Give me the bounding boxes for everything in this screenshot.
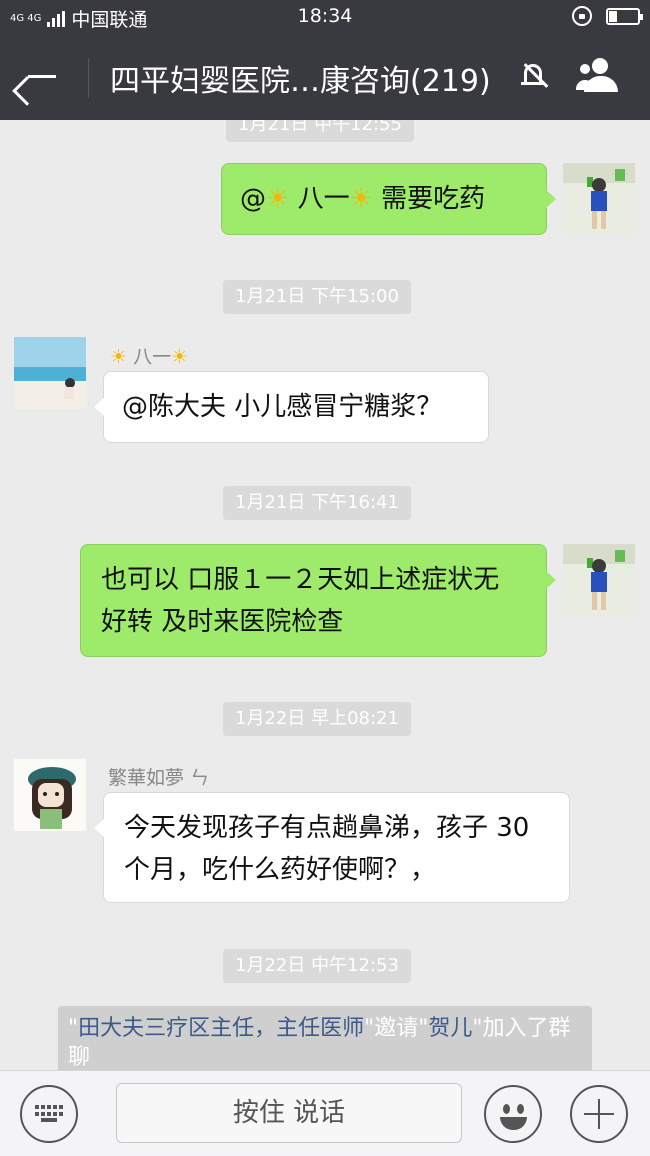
group-members-icon[interactable] <box>574 56 626 100</box>
avatar-self[interactable] <box>563 163 635 235</box>
message-list[interactable]: 1月21日 中午12:55 @☀ 八一☀ 需要吃药 1月21日 下午15:00 … <box>0 120 650 1070</box>
chat-header: 四平妇婴医院…康咨询(219) <box>0 34 650 120</box>
plus-icon[interactable] <box>570 1085 628 1143</box>
battery-icon <box>606 7 643 25</box>
member-name-link[interactable]: 田大夫三疗区主任，主任医师 <box>78 1016 364 1041</box>
input-bar: 按住 说话 <box>0 1070 650 1156</box>
system-message: "田大夫三疗区主任，主任医师"邀请"贺儿"加入了群聊 <box>58 1006 592 1070</box>
message-bubble-incoming[interactable]: 今天发现孩子有点趟鼻涕，孩子 30 个月，吃什么药好使啊？， <box>94 792 570 903</box>
timestamp: 1月22日 早上08:21 <box>223 702 411 736</box>
timestamp: 1月21日 中午12:55 <box>226 120 414 142</box>
keyboard-icon[interactable] <box>20 1085 78 1143</box>
sender-name: ☀ 八一☀ <box>110 346 189 368</box>
rotation-lock-icon <box>572 6 592 26</box>
message-text: 好转 及时来医院检查 <box>101 607 344 637</box>
at-sign: @ <box>240 184 266 214</box>
chat-title[interactable]: 四平妇婴医院…康咨询(219) <box>110 56 491 100</box>
mention-name: 八一 <box>289 184 350 214</box>
timestamp: 1月21日 下午16:41 <box>223 486 411 520</box>
sun-emoji-icon: ☀ <box>110 346 128 368</box>
sun-emoji-icon: ☀ <box>171 346 189 368</box>
message-bubble-outgoing[interactable]: 也可以 口服１一２天如上述症状无 好转 及时来医院检查 <box>80 544 556 657</box>
status-time: 18:34 <box>297 5 353 27</box>
bell-muted-icon <box>518 60 550 92</box>
message-bubble-incoming[interactable]: @陈大夫 小儿感冒宁糖浆？ <box>94 371 489 443</box>
avatar-sender[interactable] <box>14 337 86 409</box>
message-text: 今天发现孩子有点趟鼻涕，孩子 30 <box>124 813 530 843</box>
message-text: 个月，吃什么药好使啊？， <box>124 855 437 885</box>
message-text: 需要吃药 <box>372 184 486 214</box>
header-divider <box>88 58 89 98</box>
message-text: @陈大夫 小儿感冒宁糖浆？ <box>122 392 443 422</box>
emoji-icon[interactable] <box>484 1085 542 1143</box>
timestamp: 1月21日 下午15:00 <box>223 280 411 314</box>
sun-emoji-icon: ☀ <box>349 184 373 214</box>
status-bar: 4G 4G 中国联通 18:34 <box>0 0 650 34</box>
back-arrow-icon[interactable] <box>22 56 62 96</box>
message-bubble-outgoing[interactable]: @☀ 八一☀ 需要吃药 <box>221 163 556 235</box>
avatar-sender[interactable] <box>14 759 86 831</box>
sender-name: 繁華如夢 ㄣ <box>108 767 210 789</box>
sun-emoji-icon: ☀ <box>266 184 290 214</box>
status-right <box>572 6 643 26</box>
message-text: 也可以 口服１一２天如上述症状无 <box>101 565 500 595</box>
timestamp: 1月22日 中午12:53 <box>223 949 411 983</box>
member-name-link[interactable]: 贺儿 <box>428 1016 472 1041</box>
avatar-self[interactable] <box>563 544 635 616</box>
hold-to-talk-button[interactable]: 按住 说话 <box>116 1083 462 1143</box>
